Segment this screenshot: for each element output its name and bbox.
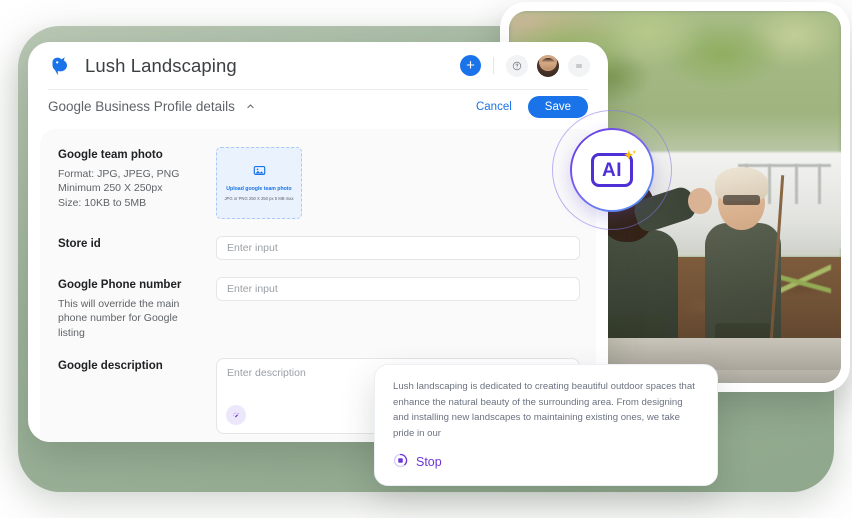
stop-label: Stop <box>416 455 442 470</box>
field-row-google-phone: Google Phone number This will override t… <box>58 277 580 341</box>
section-subbar: Google Business Profile details Cancel S… <box>28 90 608 123</box>
sparkle-icon <box>621 148 638 170</box>
google-description-label-col: Google description <box>58 358 204 434</box>
google-phone-input[interactable] <box>216 277 580 301</box>
google-description-placeholder: Enter description <box>227 367 306 380</box>
upload-photo-subtitle: JPG or PNG 250 X 250 px 5 MB max <box>224 195 294 201</box>
section-title[interactable]: Google Business Profile details <box>48 99 255 114</box>
stop-spinner-icon <box>393 453 408 471</box>
ai-assist-badge[interactable]: AI <box>570 128 654 212</box>
team-photo-field-col: Upload google team photo JPG or PNG 250 … <box>216 147 580 219</box>
store-id-field-col <box>216 236 580 260</box>
google-description-label: Google description <box>58 360 163 373</box>
upload-photo-title: Upload google team photo <box>226 185 292 192</box>
field-row-store-id: Store id <box>58 236 580 260</box>
google-phone-label-col: Google Phone number This will override t… <box>58 277 204 341</box>
app-title: Lush Landscaping <box>85 54 237 76</box>
add-button[interactable]: + <box>460 55 481 76</box>
hamburger-menu-icon[interactable] <box>568 54 590 77</box>
ai-generated-text-card: Lush landscaping is dedicated to creatin… <box>374 364 718 486</box>
cancel-button[interactable]: Cancel <box>471 98 517 116</box>
user-avatar[interactable] <box>537 54 559 77</box>
ai-badge-label: AI <box>602 159 622 181</box>
image-upload-icon <box>253 164 266 182</box>
chevron-up-icon[interactable] <box>246 99 255 114</box>
save-button[interactable]: Save <box>527 95 588 118</box>
team-photo-label: Google team photo <box>58 149 163 161</box>
upload-photo-dropzone[interactable]: Upload google team photo JPG or PNG 250 … <box>216 147 302 219</box>
screenshot-stage: Lush Landscaping + Google Business Profi… <box>0 0 852 518</box>
store-id-label: Store id <box>58 238 101 250</box>
ai-generated-text: Lush landscaping is dedicated to creatin… <box>393 381 695 439</box>
google-phone-field-col <box>216 277 580 341</box>
section-actions: Cancel Save <box>471 95 588 118</box>
magic-wand-ai-icon[interactable] <box>226 405 246 426</box>
store-id-input[interactable] <box>216 236 580 260</box>
team-photo-label-col: Google team photo Format: JPG, JPEG, PNG… <box>58 147 204 219</box>
field-row-team-photo: Google team photo Format: JPG, JPEG, PNG… <box>58 147 580 219</box>
section-title-label: Google Business Profile details <box>48 99 235 114</box>
brand: Lush Landscaping <box>48 53 237 79</box>
ai-badge-inner: AI <box>572 130 652 210</box>
header-actions: + <box>460 54 590 77</box>
google-phone-label: Google Phone number <box>58 279 182 291</box>
team-photo-hint: Format: JPG, JPEG, PNG Minimum 250 X 250… <box>58 167 180 210</box>
lush-bird-logo-icon <box>48 53 74 79</box>
app-header: Lush Landscaping + <box>28 42 608 89</box>
google-phone-hint: This will override the main phone number… <box>58 297 180 340</box>
stop-generation-button[interactable]: Stop <box>393 453 442 471</box>
help-circle-icon[interactable] <box>506 54 528 77</box>
header-divider <box>493 57 494 74</box>
store-id-label-col: Store id <box>58 236 204 260</box>
